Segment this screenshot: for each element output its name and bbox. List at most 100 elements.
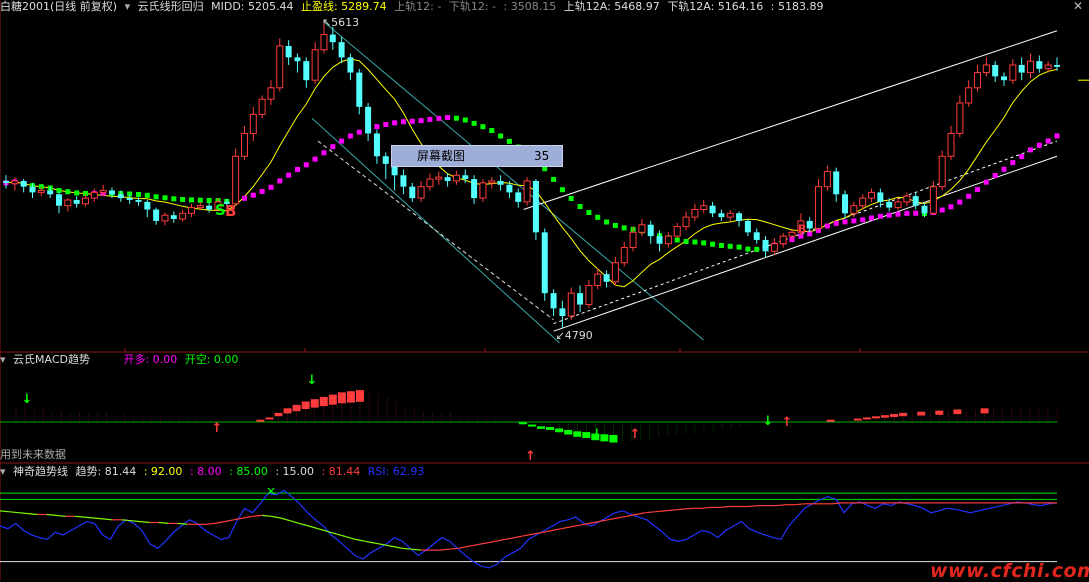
midline-dot (727, 243, 733, 249)
midline-dot (1010, 160, 1016, 166)
trend-line-segment (682, 507, 693, 510)
macd-block (564, 429, 573, 435)
midline-dot (206, 198, 212, 203)
macd-block (355, 390, 364, 402)
candle-body (1054, 64, 1060, 67)
popup-value: 35 (534, 149, 550, 163)
macd-block (256, 419, 265, 422)
candle-body (691, 208, 699, 218)
candle-body (974, 72, 982, 89)
collapse-icon[interactable]: ▾ (125, 0, 131, 13)
lower12a-value: 下轨12A: 5164.16 (667, 0, 764, 13)
candle-body (532, 180, 539, 233)
midline-dot (966, 193, 972, 199)
candle-body (3, 180, 9, 183)
trend-line-segment (102, 518, 113, 521)
midline-dot (330, 144, 336, 150)
candle-body (81, 197, 89, 205)
signal-arrow: ↑ (525, 449, 536, 464)
trend-line-segment (486, 540, 496, 544)
trend-line-segment (439, 548, 450, 551)
candle-body (37, 189, 45, 193)
midline-dot (498, 133, 504, 139)
v3508-value: : 3508.15 (503, 0, 557, 13)
close-icon[interactable]: ✕ (1073, 0, 1083, 13)
candle-body (770, 243, 778, 252)
candle-body (426, 178, 434, 188)
macd-block (265, 417, 274, 420)
macd-block (292, 404, 301, 412)
collapse-icon[interactable]: ▾ (0, 353, 6, 366)
upper12-value: 上轨12: - (394, 0, 442, 13)
popup-title: 屏幕截图 (417, 149, 466, 163)
midline-dot (427, 116, 433, 122)
midline-dot (162, 195, 168, 201)
midline-dot (339, 138, 345, 144)
midline-dot (418, 118, 424, 124)
macd-block (853, 418, 862, 421)
candle-body (594, 273, 602, 287)
midline-dot (506, 138, 512, 144)
v92-value: : 92.00 (143, 465, 183, 478)
screenshot-popup[interactable]: 屏幕截图 35 (391, 145, 563, 167)
collapse-icon[interactable]: ▾ (0, 465, 6, 478)
midline-dot (612, 223, 618, 228)
candle-body (90, 191, 98, 199)
trend-line-segment (93, 517, 103, 520)
high-annotation: ↖5613 (322, 16, 359, 29)
buy-signal-label: B (225, 202, 236, 220)
trend-line-segment (243, 515, 253, 519)
candle-body (276, 45, 284, 89)
midline-dot (400, 119, 406, 125)
stock-title[interactable]: 白糖2001(日线 前复权) (0, 0, 117, 13)
candle-body (117, 194, 124, 199)
candle-body (11, 180, 19, 185)
trend-line-segment (664, 509, 674, 512)
trend-line-segment (158, 521, 169, 524)
trend-line-segment (271, 515, 281, 519)
signal-arrow: ↓ (763, 414, 774, 429)
candle-body (620, 247, 628, 264)
candle-body (912, 196, 919, 206)
v15-value: : 15.00 (275, 465, 315, 478)
candle-body (647, 224, 654, 237)
midline-dot (1028, 147, 1033, 153)
trend-line-segment (561, 526, 571, 530)
midline-dot (74, 190, 80, 196)
candle-body (506, 184, 513, 193)
trend-line-segment (495, 538, 506, 542)
trend-title: 神奇趋势线 (13, 465, 69, 478)
chart-canvas: ↖5613↙4790S BB↓↑↓↑↓ ↑↓ ↑✕ (0, 1, 1089, 580)
trend-line-segment (364, 540, 375, 544)
candle-body (417, 186, 425, 199)
candle-body (664, 235, 672, 245)
macd-block (518, 422, 527, 425)
buy-signal-label: B (798, 222, 806, 235)
v8-value: : 8.00 (189, 465, 222, 478)
macd-block (609, 434, 618, 443)
signal-arrow: ↑ (630, 427, 641, 442)
candle-body (559, 308, 566, 316)
macd-block (862, 417, 871, 420)
trend-line-segment (9, 511, 19, 514)
candle-body (338, 42, 345, 58)
candle-body (47, 190, 54, 195)
macd-block (953, 409, 962, 415)
macd-block (582, 432, 591, 438)
midline-dot (886, 212, 892, 218)
candle-body (868, 191, 876, 199)
midline-dot (383, 122, 389, 127)
macd-block (917, 411, 926, 416)
macd-header: ▾ 云氏MACD趋势 开多: 0.00 开空: 0.00 (0, 353, 242, 367)
candle-body (144, 201, 151, 210)
trend-line-segment (308, 525, 319, 530)
candle-body (329, 34, 336, 43)
candle-body (373, 133, 380, 157)
rsi-line (0, 489, 1058, 569)
candle-body (567, 292, 575, 317)
trend-line-segment (0, 510, 10, 513)
candle-body (726, 212, 734, 218)
macd-block (346, 391, 355, 403)
trend-line-segment (74, 515, 85, 518)
candle-body (303, 61, 310, 81)
